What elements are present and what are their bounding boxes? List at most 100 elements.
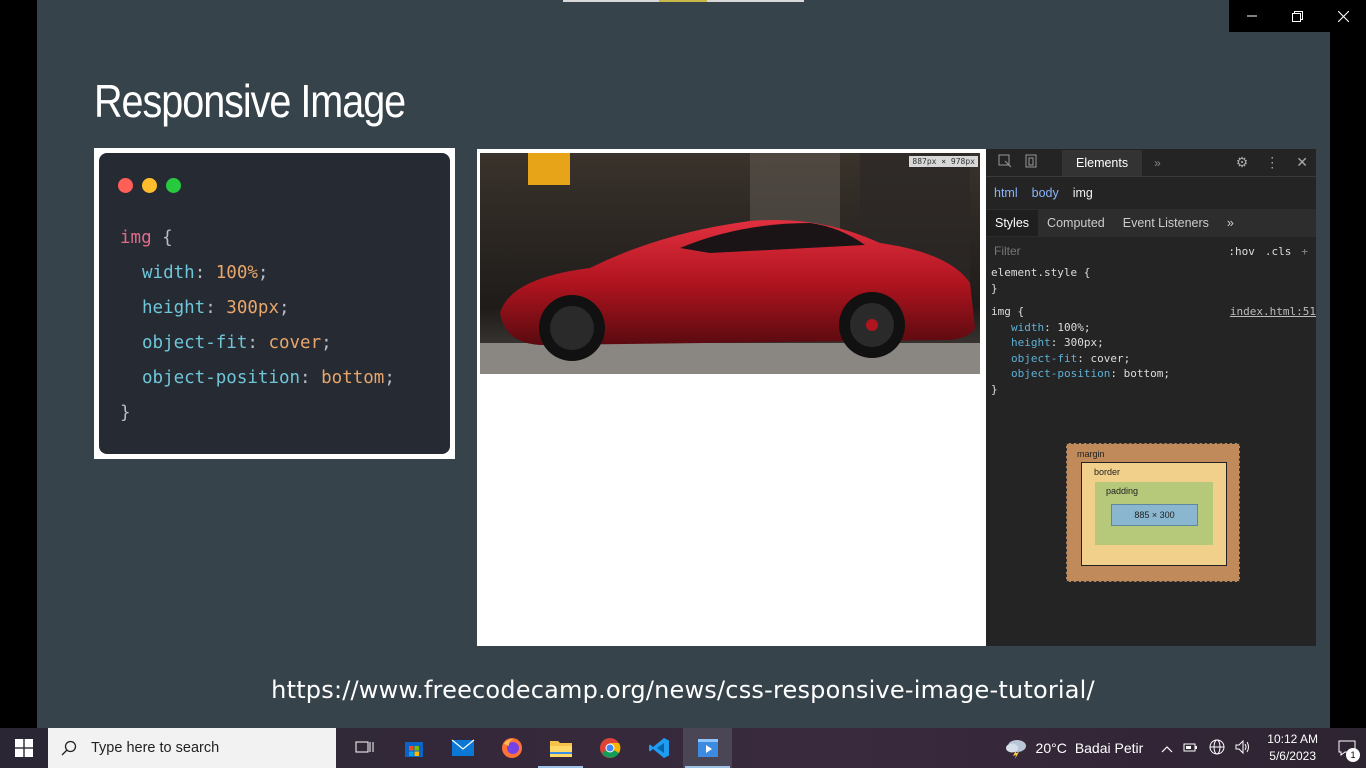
code-snippet: img { width: 100%; height: 300px; object… bbox=[99, 153, 450, 454]
code-open-brace: { bbox=[162, 228, 173, 248]
dimensions-badge: 887px × 978px bbox=[909, 156, 978, 167]
breadcrumb-img[interactable]: img bbox=[1073, 186, 1093, 200]
tab-styles[interactable]: Styles bbox=[986, 210, 1039, 236]
notification-count-badge: 1 bbox=[1346, 748, 1360, 762]
code-line: object-position: bottom; bbox=[142, 368, 395, 388]
code-selector-line: img { bbox=[120, 228, 173, 248]
code-prop: height bbox=[142, 298, 206, 318]
new-rule-icon[interactable]: + bbox=[1301, 245, 1308, 258]
code-prop: object-position bbox=[142, 368, 301, 388]
thunderstorm-icon bbox=[1005, 740, 1026, 759]
taskbar-search[interactable]: Type here to search bbox=[48, 728, 336, 768]
box-model-border: border padding 885 × 300 bbox=[1081, 462, 1227, 566]
code-selector: img bbox=[120, 228, 152, 248]
windows-logo-icon bbox=[15, 739, 33, 757]
close-devtools-icon[interactable]: ✕ bbox=[1296, 154, 1308, 171]
rule-prop: width bbox=[1011, 320, 1045, 334]
firefox-icon[interactable] bbox=[487, 728, 536, 768]
code-value: 300px bbox=[226, 298, 279, 318]
rule-declaration[interactable]: height: 300px; bbox=[991, 335, 1316, 351]
code-prop: width bbox=[142, 263, 195, 283]
notification-center-icon[interactable]: 1 bbox=[1332, 740, 1362, 762]
weather-temp: 20°C bbox=[1035, 740, 1067, 756]
close-icon[interactable] bbox=[1320, 0, 1366, 32]
chevron-up-icon[interactable] bbox=[1161, 741, 1173, 756]
styles-subtabs: Styles Computed Event Listeners » bbox=[986, 209, 1316, 237]
more-options-icon[interactable]: ⋮ bbox=[1265, 154, 1279, 171]
rule-value: bottom; bbox=[1123, 367, 1170, 380]
device-toolbar-icon[interactable] bbox=[1024, 154, 1038, 171]
clock-time: 10:12 AM bbox=[1267, 732, 1318, 746]
media-player-icon[interactable] bbox=[683, 728, 732, 768]
padding-label: padding bbox=[1106, 486, 1139, 496]
tutorial-url: https://www.freecodecamp.org/news/css-re… bbox=[271, 676, 1095, 704]
network-globe-icon[interactable] bbox=[1209, 739, 1225, 758]
rule-close: } bbox=[991, 382, 998, 396]
filter-input[interactable]: Filter bbox=[994, 244, 1021, 258]
browser-viewport: 887px × 978px bbox=[477, 149, 986, 646]
store-logo-icon bbox=[528, 153, 570, 185]
red-car-image: 887px × 978px bbox=[480, 153, 980, 374]
window-dots bbox=[118, 178, 181, 193]
code-line: width: 100%; bbox=[142, 263, 269, 283]
chrome-icon[interactable] bbox=[585, 728, 634, 768]
box-model-content: 885 × 300 bbox=[1111, 504, 1198, 526]
task-view-icon[interactable] bbox=[340, 728, 389, 768]
green-dot-icon bbox=[166, 178, 181, 193]
element-style-close: } bbox=[991, 281, 998, 295]
search-icon bbox=[61, 740, 77, 756]
rule-prop: object-position bbox=[1011, 367, 1111, 380]
rule-declaration[interactable]: object-position: bottom; bbox=[991, 366, 1316, 382]
code-value: 100% bbox=[215, 263, 258, 283]
rule-declaration[interactable]: object-fit: cover; bbox=[991, 351, 1316, 367]
border-label: border bbox=[1094, 467, 1121, 477]
code-value: bottom bbox=[321, 368, 385, 388]
box-model-diagram: margin border padding 885 × 300 bbox=[1066, 443, 1240, 582]
breadcrumb-html[interactable]: html bbox=[994, 186, 1018, 200]
rule-value: cover; bbox=[1090, 351, 1131, 365]
element-style-rule: element.style { } bbox=[986, 265, 1316, 296]
clock-date: 5/6/2023 bbox=[1269, 749, 1316, 763]
more-tabs-icon[interactable]: » bbox=[1154, 156, 1161, 170]
mail-icon[interactable] bbox=[438, 728, 487, 768]
margin-label: margin bbox=[1077, 449, 1105, 459]
rule-prop: height bbox=[1011, 336, 1051, 349]
slide-title: Responsive Image bbox=[94, 75, 406, 127]
vscode-icon[interactable] bbox=[634, 728, 683, 768]
rule-declaration[interactable]: width: 100%; bbox=[991, 320, 1316, 336]
code-close-brace: } bbox=[120, 403, 131, 423]
img-style-rule: img { index.html:51 width: 100%; height:… bbox=[986, 304, 1316, 397]
code-snippet-frame: img { width: 100%; height: 300px; object… bbox=[94, 148, 455, 459]
cls-toggle[interactable]: .cls bbox=[1265, 245, 1292, 258]
minimize-icon[interactable] bbox=[1229, 0, 1275, 32]
tab-event-listeners[interactable]: Event Listeners bbox=[1114, 210, 1218, 236]
settings-icon[interactable]: ⚙ bbox=[1236, 154, 1249, 171]
tab-computed[interactable]: Computed bbox=[1038, 210, 1114, 236]
styles-filter[interactable]: Filter :hov .cls + bbox=[986, 237, 1316, 265]
restore-icon[interactable] bbox=[1275, 0, 1321, 32]
devtools-toolbar: Elements » ⚙ ⋮ ✕ bbox=[986, 149, 1316, 177]
top-progress-mark bbox=[563, 0, 804, 2]
code-line: object-fit: cover; bbox=[142, 333, 332, 353]
store-icon[interactable] bbox=[389, 728, 438, 768]
code-value: cover bbox=[268, 333, 322, 353]
rule-source-link[interactable]: index.html:51 bbox=[1230, 304, 1316, 320]
taskbar: Type here to search 20°C Badai Petir 10:… bbox=[0, 728, 1366, 768]
rule-prop: object-fit bbox=[1011, 351, 1078, 365]
breadcrumb-body[interactable]: body bbox=[1032, 186, 1059, 200]
clock[interactable]: 10:12 AM 5/6/2023 bbox=[1267, 731, 1318, 765]
code-line: height: 300px; bbox=[142, 298, 290, 318]
inspect-element-icon[interactable] bbox=[998, 154, 1012, 171]
file-explorer-icon[interactable] bbox=[536, 728, 585, 768]
code-prop: object-fit bbox=[142, 333, 248, 353]
volume-icon[interactable] bbox=[1235, 739, 1251, 757]
tab-elements[interactable]: Elements bbox=[1062, 149, 1143, 176]
breadcrumb: html body img bbox=[986, 177, 1316, 209]
content-dimensions: 885 × 300 bbox=[1134, 510, 1175, 520]
rule-value: 300px; bbox=[1064, 336, 1104, 349]
battery-icon[interactable] bbox=[1183, 741, 1199, 756]
hov-toggle[interactable]: :hov bbox=[1228, 245, 1255, 258]
more-subtabs-icon[interactable]: » bbox=[1218, 210, 1243, 236]
weather-widget[interactable]: 20°C Badai Petir bbox=[1004, 737, 1143, 759]
start-button[interactable] bbox=[0, 728, 48, 768]
